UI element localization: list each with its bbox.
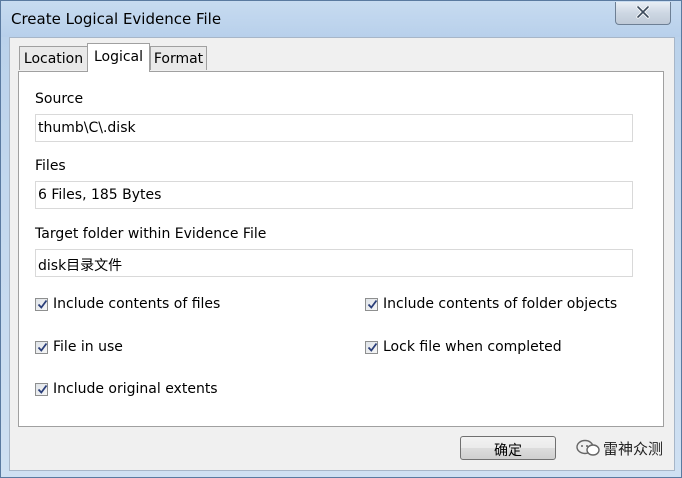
checkmark-icon xyxy=(367,299,378,309)
tab-logical[interactable]: Logical xyxy=(87,43,150,72)
checkmark-icon xyxy=(37,299,48,309)
file-in-use-label[interactable]: File in use xyxy=(53,339,123,355)
source-label: Source xyxy=(35,91,84,107)
dialog-client-area: Location Logical Format Source thumb\C\.… xyxy=(9,37,675,471)
include-contents-of-files-label[interactable]: Include contents of files xyxy=(53,296,220,312)
tab-format[interactable]: Format xyxy=(150,46,207,70)
file-in-use-checkbox[interactable] xyxy=(35,341,48,354)
target-folder-label: Target folder within Evidence File xyxy=(35,226,267,242)
tab-location[interactable]: Location xyxy=(19,46,88,70)
lock-file-when-completed-checkbox[interactable] xyxy=(365,341,378,354)
source-field[interactable]: thumb\C\.disk xyxy=(35,114,633,142)
checkmark-icon xyxy=(37,384,48,394)
watermark: 雷神众测 xyxy=(573,436,673,460)
files-label: Files xyxy=(35,158,66,174)
include-original-extents-checkbox[interactable] xyxy=(35,383,48,396)
checkmark-icon xyxy=(367,342,378,352)
window-title: Create Logical Evidence File xyxy=(11,10,222,28)
dialog-window: Create Logical Evidence File Location Lo… xyxy=(0,0,682,478)
lock-file-when-completed-label[interactable]: Lock file when completed xyxy=(383,339,562,355)
include-contents-of-files-checkbox[interactable] xyxy=(35,298,48,311)
close-icon xyxy=(636,6,650,19)
watermark-text: 雷神众测 xyxy=(603,440,664,458)
include-original-extents-label[interactable]: Include original extents xyxy=(53,381,218,397)
checkmark-icon xyxy=(37,342,48,352)
chat-bubble-icon xyxy=(576,439,600,456)
title-bar[interactable]: Create Logical Evidence File xyxy=(1,1,681,37)
logical-tab-panel: Source thumb\C\.disk Files 6 Files, 185 … xyxy=(18,71,664,427)
ok-button[interactable]: 确定 xyxy=(460,436,556,460)
include-contents-of-folder-objects-label[interactable]: Include contents of folder objects xyxy=(383,296,617,312)
close-button[interactable] xyxy=(615,2,671,25)
target-folder-field[interactable]: disk目录文件 xyxy=(35,249,633,277)
files-field[interactable]: 6 Files, 185 Bytes xyxy=(35,181,633,209)
include-contents-of-folder-objects-checkbox[interactable] xyxy=(365,298,378,311)
